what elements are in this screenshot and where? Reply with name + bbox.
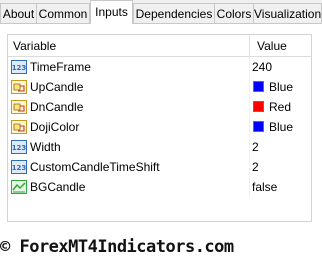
parameter-value[interactable]: Blue bbox=[269, 80, 293, 94]
parameter-value[interactable]: 2 bbox=[252, 140, 259, 154]
column-header-value[interactable]: Value bbox=[257, 39, 287, 53]
parameter-value[interactable]: 2 bbox=[252, 160, 259, 174]
svg-text:123: 123 bbox=[12, 144, 27, 152]
tab-dependencies[interactable]: Dependencies bbox=[133, 3, 215, 23]
tab-visualization[interactable]: Visualization bbox=[253, 3, 322, 23]
bool-param-icon bbox=[11, 180, 27, 194]
tab-about[interactable]: About bbox=[0, 3, 37, 23]
parameter-name: DojiColor bbox=[30, 120, 80, 134]
svg-text:123: 123 bbox=[12, 64, 27, 72]
int-param-icon: 123 bbox=[11, 60, 27, 74]
table-row[interactable]: DnCandle Red bbox=[8, 97, 311, 117]
parameter-name: Width bbox=[30, 140, 61, 154]
color-swatch[interactable] bbox=[253, 101, 264, 112]
color-param-icon bbox=[11, 100, 27, 114]
column-divider bbox=[249, 77, 250, 97]
table-row[interactable]: BGCandle false bbox=[8, 177, 311, 197]
svg-text:123: 123 bbox=[12, 164, 27, 172]
parameters-table: Variable Value 123 TimeFrame 240 UpCandl… bbox=[7, 34, 312, 222]
table-row[interactable]: 123 CustomCandleTimeShift 2 bbox=[8, 157, 311, 177]
tab-bar: About Common Inputs Dependencies Colors … bbox=[0, 0, 322, 24]
table-header: Variable Value bbox=[8, 35, 311, 57]
int-param-icon: 123 bbox=[11, 140, 27, 154]
color-param-icon bbox=[11, 80, 27, 94]
inputs-panel: Variable Value 123 TimeFrame 240 UpCandl… bbox=[0, 24, 322, 234]
column-divider bbox=[249, 97, 250, 117]
int-param-icon: 123 bbox=[11, 160, 27, 174]
color-param-icon bbox=[11, 120, 27, 134]
column-divider bbox=[249, 137, 250, 157]
column-divider[interactable] bbox=[249, 35, 250, 56]
tab-inputs[interactable]: Inputs bbox=[90, 0, 133, 24]
parameter-name: BGCandle bbox=[30, 180, 86, 194]
parameter-value[interactable]: 240 bbox=[252, 60, 272, 74]
color-swatch[interactable] bbox=[253, 121, 264, 132]
column-divider bbox=[249, 157, 250, 177]
table-row[interactable]: 123 TimeFrame 240 bbox=[8, 57, 311, 77]
parameter-name: UpCandle bbox=[30, 80, 84, 94]
parameter-value[interactable]: false bbox=[252, 180, 277, 194]
watermark-text: © ForexMT4Indicators.com bbox=[0, 237, 234, 257]
input-parameters-dialog: About Common Inputs Dependencies Colors … bbox=[0, 0, 322, 261]
parameter-name: TimeFrame bbox=[30, 60, 91, 74]
parameter-name: CustomCandleTimeShift bbox=[30, 160, 160, 174]
tab-colors[interactable]: Colors bbox=[214, 3, 254, 23]
table-row[interactable]: 123 Width 2 bbox=[8, 137, 311, 157]
color-swatch[interactable] bbox=[253, 81, 264, 92]
parameter-name: DnCandle bbox=[30, 100, 84, 114]
tab-common[interactable]: Common bbox=[36, 3, 90, 23]
column-divider bbox=[249, 57, 250, 77]
column-header-variable[interactable]: Variable bbox=[13, 39, 56, 53]
column-divider bbox=[249, 117, 250, 137]
parameter-value[interactable]: Blue bbox=[269, 120, 293, 134]
column-divider bbox=[249, 177, 250, 197]
table-row[interactable]: DojiColor Blue bbox=[8, 117, 311, 137]
table-row[interactable]: UpCandle Blue bbox=[8, 77, 311, 97]
parameter-value[interactable]: Red bbox=[269, 100, 291, 114]
